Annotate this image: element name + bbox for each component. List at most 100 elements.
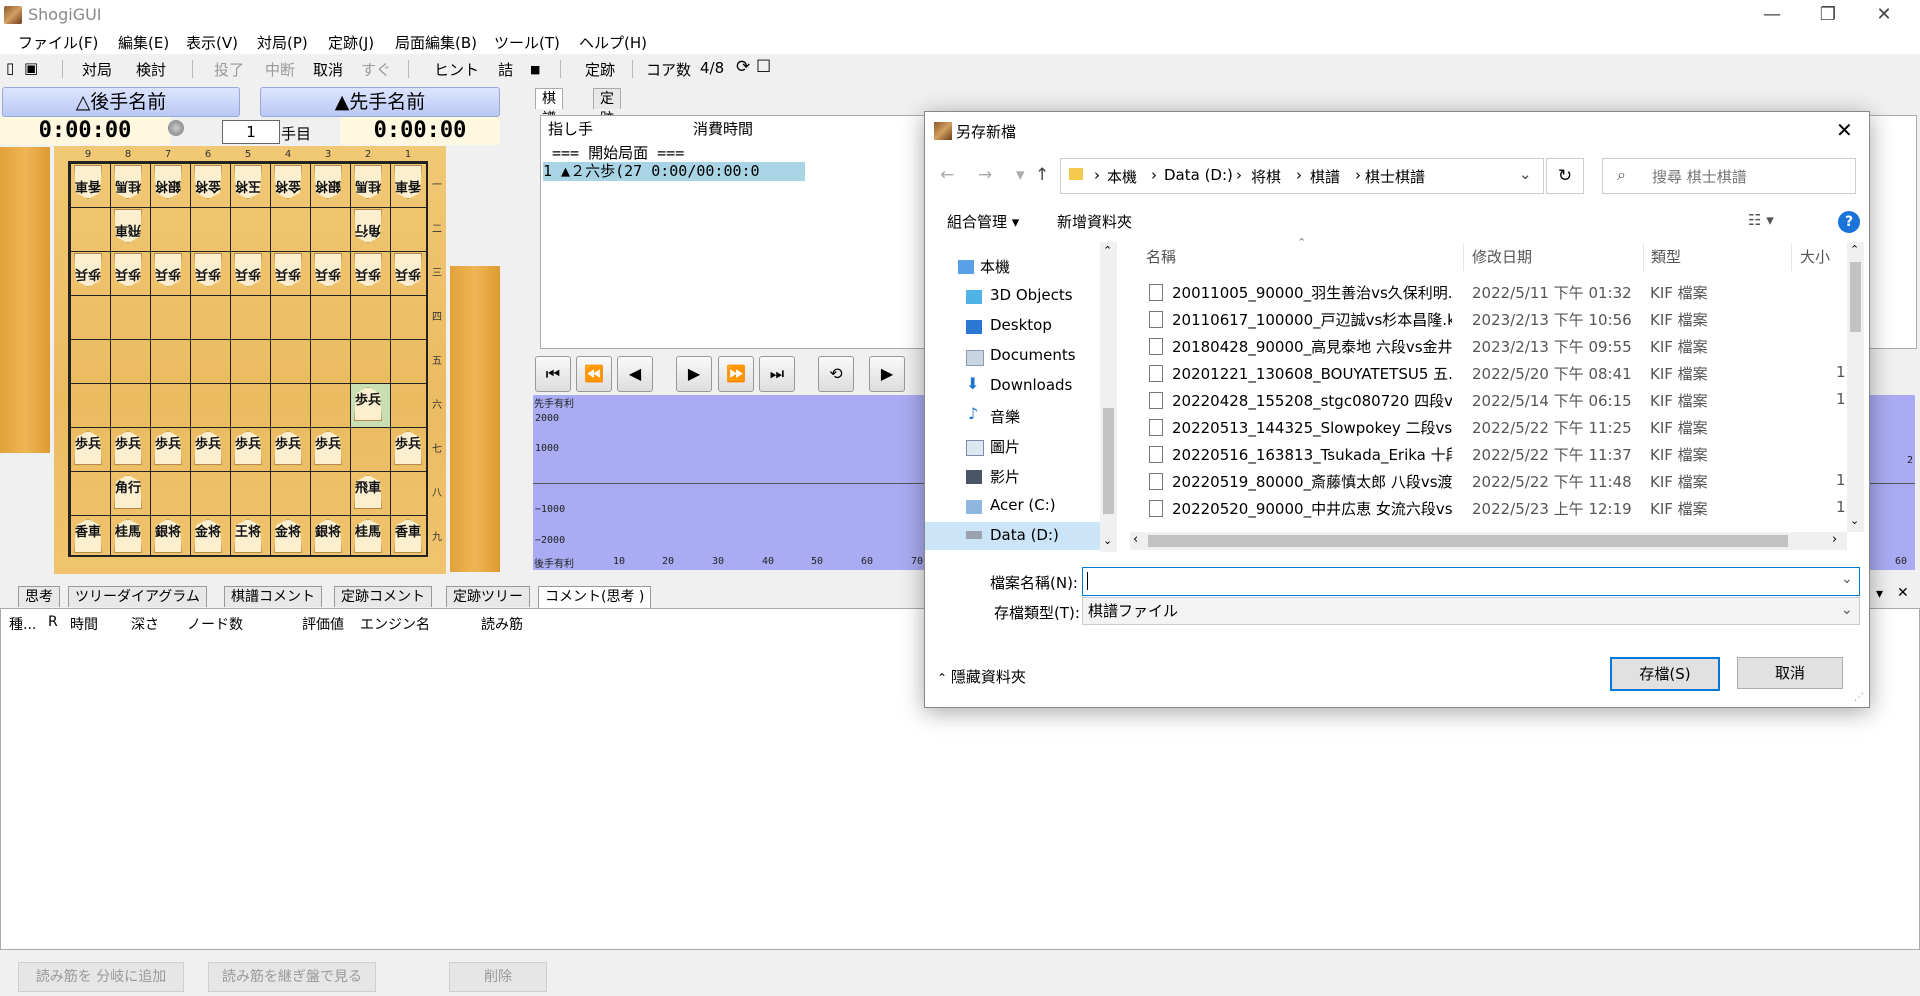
file-row[interactable]: 20220516_163813_Tsukada_Erika 十段... 2022/… <box>1145 441 1845 467</box>
shogi-piece[interactable]: 角行 <box>112 473 144 509</box>
tab-joseki[interactable]: 定跡 <box>593 88 621 127</box>
tree-item-videos[interactable]: 影片 <box>990 466 1020 487</box>
scroll-up-icon[interactable]: ⌃ <box>1103 244 1112 257</box>
menu-joseki[interactable]: 定跡(J) <box>328 32 374 53</box>
filename-dropdown-icon[interactable]: ⌄ <box>1841 571 1853 587</box>
last-move-icon[interactable]: ⏭ <box>759 356 795 392</box>
resize-grip-icon[interactable]: ⋰ <box>1854 692 1864 703</box>
panel-dropdown-icon[interactable]: ▾ <box>1876 586 1883 602</box>
shogi-piece[interactable]: 香車 <box>72 165 104 201</box>
scroll-thumb[interactable] <box>1850 262 1861 332</box>
recent-dropdown-icon[interactable]: ▾ <box>1016 165 1025 185</box>
shogi-piece[interactable]: 銀将 <box>152 165 184 201</box>
view-pv-board-button[interactable]: 読み筋を継ぎ盤で見る <box>208 962 376 992</box>
scroll-right-icon[interactable]: › <box>1832 532 1837 547</box>
menu-view[interactable]: 表示(V) <box>186 32 238 53</box>
tab-comment-thinking[interactable]: コメント(思考 ) <box>538 586 652 608</box>
shogi-piece[interactable]: 角行 <box>352 209 384 245</box>
tab-joseki-tree[interactable]: 定跡ツリー <box>446 586 530 607</box>
shogi-piece[interactable]: 桂馬 <box>352 517 384 553</box>
back-arrow-icon[interactable]: ← <box>940 165 954 185</box>
delete-button[interactable]: 削除 <box>449 962 547 992</box>
kifu-start-row[interactable]: === 開始局面 === <box>552 142 684 163</box>
file-row[interactable]: 20011005_90000_羽生善治vs久保利明... 2022/5/11 下午… <box>1145 279 1845 305</box>
filetype-dropdown-icon[interactable]: ⌄ <box>1841 597 1853 623</box>
scroll-down-icon[interactable]: ⌄ <box>1103 534 1112 547</box>
shogi-piece[interactable]: 歩兵 <box>112 429 144 465</box>
refresh-icon[interactable]: ↻ <box>1546 158 1584 194</box>
help-icon[interactable]: ? <box>1838 211 1860 233</box>
filename-input[interactable]: ⌄ <box>1082 567 1860 596</box>
save-file-icon[interactable]: ▣ <box>24 59 38 77</box>
col-size[interactable]: 大小 <box>1800 246 1830 267</box>
shogi-piece[interactable]: 歩兵 <box>312 429 344 465</box>
tree-scrollbar[interactable]: ⌃ ⌄ <box>1100 242 1117 552</box>
shogi-piece[interactable]: 香車 <box>392 165 424 201</box>
shogi-piece[interactable]: 歩兵 <box>192 253 224 289</box>
col-kind[interactable]: 種... <box>9 614 36 634</box>
gote-piece-stand[interactable] <box>0 147 50 453</box>
play-icon[interactable]: ▶ <box>869 356 905 392</box>
mate-button[interactable]: 詰 <box>498 59 513 80</box>
tab-kifu-comment[interactable]: 棋譜コメント <box>224 586 322 607</box>
tree-item-desktop[interactable]: Desktop <box>990 316 1052 334</box>
joseki-button[interactable]: 定跡 <box>585 59 615 80</box>
breadcrumb-pro-kifu[interactable]: 棋士棋譜 <box>1365 166 1425 187</box>
shogi-piece[interactable]: 歩兵 <box>192 429 224 465</box>
shogi-piece[interactable]: 桂馬 <box>112 165 144 201</box>
file-row[interactable]: 20201221_130608_BOUYATETSU5 五... 2022/5/2… <box>1145 360 1846 386</box>
shogi-piece[interactable]: 玉将 <box>232 165 264 201</box>
shogi-piece[interactable]: 銀将 <box>152 517 184 553</box>
shogi-piece[interactable]: 飛車 <box>352 473 384 509</box>
undo-button[interactable]: 取消 <box>313 59 343 80</box>
shogi-piece[interactable]: 金将 <box>192 517 224 553</box>
menu-position-edit[interactable]: 局面編集(B) <box>395 32 477 53</box>
tab-joseki-comment[interactable]: 定跡コメント <box>334 586 432 607</box>
col-date[interactable]: 修改日期 <box>1472 246 1532 267</box>
tree-item-music[interactable]: 音樂 <box>990 406 1020 427</box>
shogi-piece[interactable]: 香車 <box>392 517 424 553</box>
add-pv-to-branch-button[interactable]: 読み筋を 分岐に追加 <box>18 962 184 992</box>
shogi-piece[interactable]: 歩兵 <box>232 429 264 465</box>
col-engine[interactable]: エンジン名 <box>360 614 430 634</box>
cancel-button[interactable]: 取消 <box>1737 657 1843 689</box>
file-row[interactable]: 20180428_90000_高見泰地 六段vs金井... 2023/2/13 下… <box>1145 333 1845 359</box>
col-rank[interactable]: R <box>48 614 58 630</box>
rotate-icon[interactable]: ⟳ <box>736 57 750 77</box>
col-name[interactable]: 名稱 <box>1146 246 1176 267</box>
resign-button[interactable]: 投了 <box>214 59 244 80</box>
breadcrumb-shogi[interactable]: 将棋 <box>1251 166 1281 187</box>
forward-10-icon[interactable]: ⏩ <box>718 356 754 392</box>
shogi-piece[interactable]: 歩兵 <box>272 253 304 289</box>
shogi-piece[interactable]: 銀将 <box>312 517 344 553</box>
up-arrow-icon[interactable]: ↑ <box>1035 165 1049 185</box>
file-row[interactable]: 20220520_90000_中井広恵 女流六段vs... 2022/5/23 上… <box>1145 495 1846 521</box>
stop-button[interactable]: ■ <box>530 63 540 76</box>
scroll-thumb[interactable] <box>1148 535 1788 547</box>
file-row[interactable]: 20220519_80000_斎藤慎太郎 八段vs渡... 2022/5/22 下… <box>1145 468 1846 494</box>
tab-kifu[interactable]: 棋譜 <box>535 88 563 127</box>
menu-game[interactable]: 対局(P) <box>257 32 308 53</box>
shogi-piece[interactable]: 銀将 <box>312 165 344 201</box>
shogi-piece[interactable]: 香車 <box>72 517 104 553</box>
menu-help[interactable]: ヘルプ(H) <box>579 32 647 53</box>
forward-arrow-icon[interactable]: → <box>978 165 992 185</box>
file-row[interactable]: 20220428_155208_stgc080720 四段vs... 2022/5… <box>1145 387 1846 413</box>
scroll-down-icon[interactable]: ⌄ <box>1850 514 1859 527</box>
breadcrumb-kifu[interactable]: 棋譜 <box>1310 166 1340 187</box>
scroll-left-icon[interactable]: ‹ <box>1133 532 1138 547</box>
breadcrumb-data-d[interactable]: Data (D:) <box>1164 166 1233 184</box>
shogi-piece[interactable]: 歩兵 <box>112 253 144 289</box>
back-10-icon[interactable]: ⏪ <box>576 356 612 392</box>
shogi-piece[interactable]: 桂馬 <box>112 517 144 553</box>
shogi-piece[interactable]: 金将 <box>192 165 224 201</box>
organize-button[interactable]: 組合管理 ▾ <box>947 211 1019 232</box>
checkbox-icon[interactable]: ☐ <box>756 57 771 77</box>
col-nodes[interactable]: ノード数 <box>187 614 243 634</box>
tree-item-downloads[interactable]: Downloads <box>990 376 1072 394</box>
breadcrumb-this-pc[interactable]: 本機 <box>1107 166 1137 187</box>
shogi-piece[interactable]: 金将 <box>272 517 304 553</box>
interrupt-button[interactable]: 中断 <box>265 59 295 80</box>
immediate-button[interactable]: すぐ <box>361 59 391 80</box>
file-row[interactable]: 20220513_144325_Slowpokey 二段vs... 2022/5/… <box>1145 414 1845 440</box>
